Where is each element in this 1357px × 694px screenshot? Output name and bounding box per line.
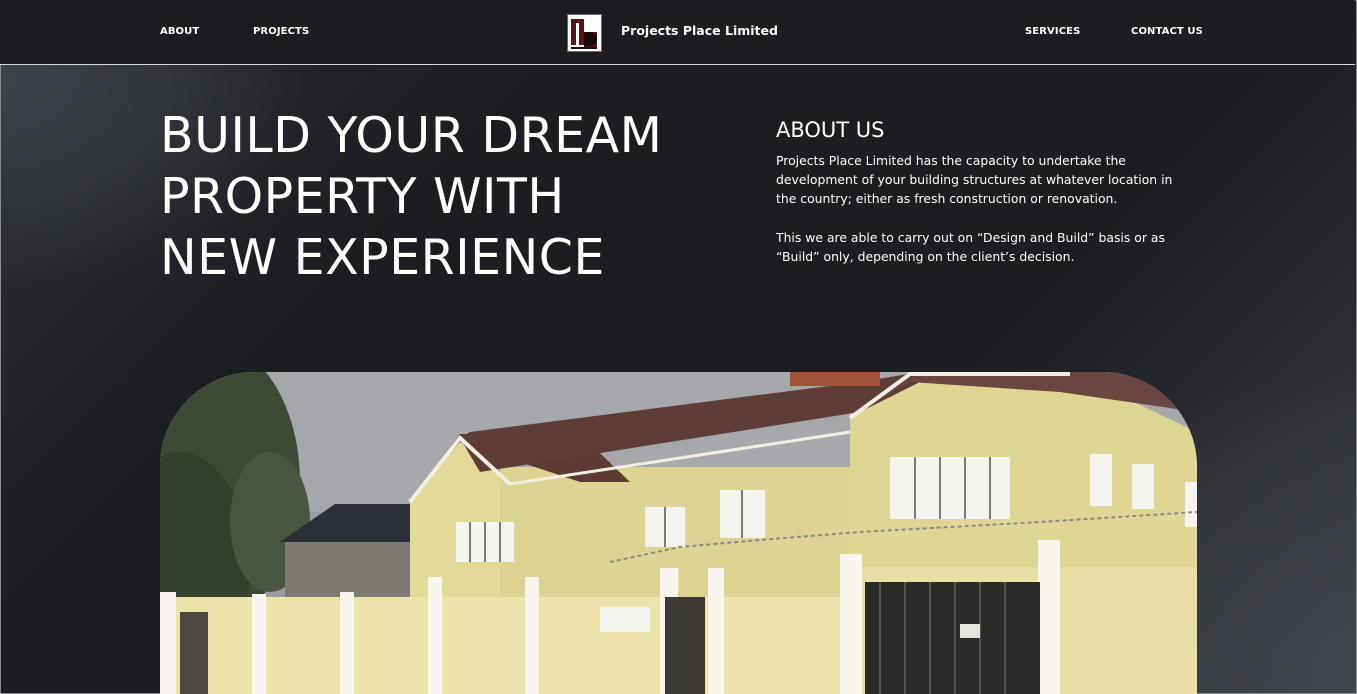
hero-title-line: PROPERTY WITH	[160, 168, 565, 225]
about-heading: ABOUT US	[776, 118, 885, 142]
nav-link-about[interactable]: ABOUT	[160, 26, 199, 37]
pp-logo-icon	[567, 14, 602, 52]
brand[interactable]: Projects Place Limited	[567, 14, 778, 52]
hero-title-line: NEW EXPERIENCE	[160, 229, 605, 286]
about-description: Projects Place Limited has the capacity …	[776, 151, 1196, 266]
hero-title-line: BUILD YOUR DREAM	[160, 107, 663, 164]
brand-name: Projects Place Limited	[621, 23, 778, 38]
about-paragraph: This we are able to carry out on “Design…	[776, 229, 1165, 264]
house-photo	[160, 372, 1197, 694]
nav-link-projects[interactable]: PROJECTS	[253, 26, 309, 37]
hero-title: BUILD YOUR DREAM PROPERTY WITH NEW EXPER…	[160, 105, 720, 288]
nav-link-services[interactable]: SERVICES	[1025, 26, 1080, 37]
nav-link-contact-us[interactable]: CONTACT US	[1131, 26, 1203, 37]
top-navigation: ABOUT PROJECTS Projects Place Limited SE…	[0, 0, 1355, 65]
about-paragraph: Projects Place Limited has the capacity …	[776, 153, 1173, 207]
